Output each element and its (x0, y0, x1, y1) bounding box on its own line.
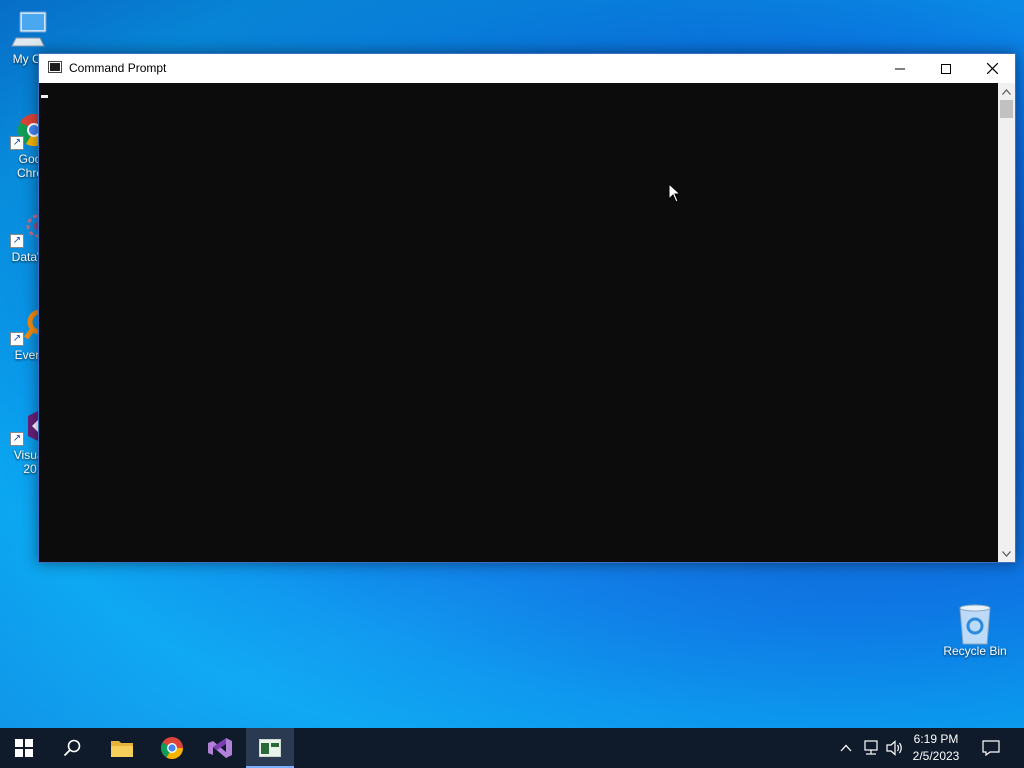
maximize-icon (941, 63, 951, 74)
folder-icon (111, 741, 133, 757)
start-button[interactable] (0, 728, 48, 768)
scroll-up-button[interactable] (998, 83, 1015, 100)
windows-logo-icon (15, 739, 33, 757)
maximize-button[interactable] (923, 54, 969, 83)
desktop-icon-recycle-bin[interactable]: Recycle Bin (942, 602, 1008, 658)
desktop-icon-label: Recycle Bin (943, 644, 1007, 658)
chevron-up-icon (1002, 88, 1011, 95)
console-output[interactable] (39, 83, 998, 562)
minimize-button[interactable] (877, 54, 923, 83)
computer-icon (10, 10, 50, 50)
cmd-icon (48, 61, 62, 73)
shortcut-arrow-icon: ↗ (10, 432, 24, 446)
text-cursor (41, 95, 48, 98)
volume-button[interactable] (884, 728, 906, 768)
window-title: Command Prompt (69, 61, 167, 75)
minimize-icon (895, 68, 905, 69)
shortcut-arrow-icon: ↗ (10, 136, 24, 150)
notification-icon (982, 740, 1000, 756)
network-icon (864, 740, 878, 755)
close-icon (986, 63, 998, 74)
clock-time: 6:19 PM (913, 732, 959, 746)
chevron-down-icon (1002, 550, 1011, 557)
network-button[interactable] (860, 728, 882, 768)
recycle-bin-icon (955, 602, 995, 645)
taskbar-visual-studio[interactable] (196, 728, 244, 768)
shortcut-arrow-icon: ↗ (10, 234, 24, 248)
visual-studio-icon (208, 738, 232, 758)
search-icon (63, 739, 81, 757)
clock-date: 2/5/2023 (912, 749, 960, 763)
cmd-icon (259, 739, 281, 757)
show-hidden-icons-button[interactable] (836, 728, 856, 768)
title-bar[interactable]: Command Prompt (39, 54, 1015, 83)
scroll-thumb[interactable] (1000, 100, 1013, 118)
vertical-scrollbar[interactable] (998, 83, 1015, 562)
scroll-down-button[interactable] (998, 545, 1015, 562)
clock-button[interactable]: 6:19 PM 2/5/2023 (906, 731, 966, 765)
shortcut-arrow-icon: ↗ (10, 332, 24, 346)
close-button[interactable] (969, 54, 1015, 83)
chrome-icon (161, 737, 183, 759)
search-button[interactable] (48, 728, 96, 768)
taskbar-chrome[interactable] (148, 728, 196, 768)
command-prompt-window[interactable]: Command Prompt (38, 53, 1016, 563)
mouse-pointer-icon (668, 183, 682, 203)
speaker-icon (886, 740, 902, 756)
chevron-up-icon (840, 744, 852, 752)
taskbar-command-prompt[interactable] (246, 728, 294, 768)
taskbar: 6:19 PM 2/5/2023 (0, 728, 1024, 768)
taskbar-file-explorer[interactable] (98, 728, 146, 768)
action-center-button[interactable] (970, 728, 1012, 768)
